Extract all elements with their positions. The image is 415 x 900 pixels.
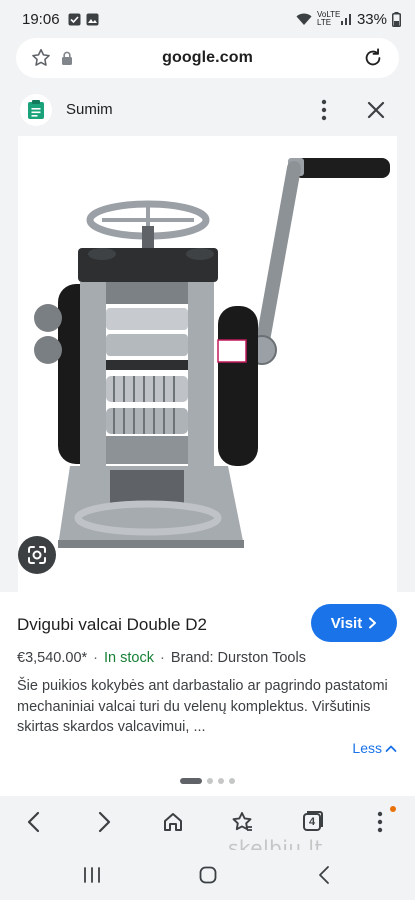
carousel-indicator <box>0 776 415 786</box>
rolling-mill-illustration <box>34 158 390 548</box>
stock-status: In stock <box>104 650 154 666</box>
wifi-icon <box>296 13 312 25</box>
app-name: Sumim <box>66 101 113 118</box>
recents-button[interactable] <box>80 864 104 886</box>
checkbox-notification-icon <box>68 13 81 25</box>
url-text: google.com <box>162 49 253 66</box>
result-meta: €3,540.00* · In stock · Brand: Durston Tools <box>17 650 306 666</box>
system-nav-bar <box>0 850 415 900</box>
brand: Brand: Durston Tools <box>170 650 306 666</box>
image-area <box>0 136 415 592</box>
result-description: Šie puikios kokybės ant darbastalio ar p… <box>17 678 388 735</box>
lens-search-button[interactable] <box>18 536 56 574</box>
browser-toolbar: 4 <box>0 796 415 850</box>
back-button[interactable] <box>20 808 48 836</box>
app-logo-icon <box>28 100 44 119</box>
back-nav-icon <box>319 866 329 884</box>
product-image[interactable] <box>18 136 397 592</box>
carousel-dot[interactable] <box>229 778 235 784</box>
tab-count: 4 <box>303 813 321 831</box>
tabs-button[interactable]: 4 <box>298 808 326 836</box>
url-field[interactable]: google.com <box>16 38 399 78</box>
gallery-notification-icon <box>86 13 99 25</box>
home-nav-button[interactable] <box>196 864 220 886</box>
home-nav-icon <box>199 866 217 884</box>
battery-icon <box>392 11 401 27</box>
close-icon[interactable] <box>364 98 388 122</box>
visit-button[interactable]: Visit <box>311 604 397 642</box>
bookmarks-button[interactable] <box>228 808 256 836</box>
menu-icon <box>377 811 383 833</box>
menu-button[interactable] <box>366 808 394 836</box>
separator-dot: · <box>159 650 165 666</box>
bookmark-star-icon <box>232 812 252 831</box>
battery-level: 33% <box>356 10 387 28</box>
app-logo <box>20 94 52 126</box>
back-icon <box>27 811 40 833</box>
carousel-dot[interactable] <box>207 778 213 784</box>
result-title[interactable]: Dvigubi valcai Double D2 <box>17 615 207 635</box>
home-icon <box>164 813 182 831</box>
result-card: Dvigubi valcai Double D2 Visit €3,540.00… <box>0 592 415 770</box>
chevron-up-icon <box>385 745 397 752</box>
home-button[interactable] <box>159 808 187 836</box>
less-button[interactable]: Less <box>352 740 397 756</box>
chevron-right-icon <box>369 617 377 629</box>
recents-icon <box>84 867 100 883</box>
carousel-dot[interactable] <box>180 778 202 784</box>
lens-header: Sumim <box>0 84 415 136</box>
update-badge <box>390 806 396 812</box>
forward-icon <box>98 811 111 833</box>
back-nav-button[interactable] <box>312 864 336 886</box>
price: €3,540.00* <box>17 650 88 666</box>
status-bar: 19:06 VoLTE LTE 33% <box>0 0 415 38</box>
forward-button[interactable] <box>90 808 118 836</box>
network-type: VoLTE LTE <box>316 10 341 27</box>
address-bar: google.com <box>0 38 415 84</box>
visit-label: Visit <box>330 614 363 632</box>
separator-dot: · <box>93 650 98 666</box>
clock: 19:06 <box>22 10 60 28</box>
less-label: Less <box>352 740 382 756</box>
signal-icon <box>340 14 351 25</box>
reload-icon[interactable] <box>362 47 384 69</box>
carousel-dot[interactable] <box>218 778 224 784</box>
more-vert-icon[interactable] <box>314 98 334 122</box>
google-lens-icon <box>28 546 46 564</box>
